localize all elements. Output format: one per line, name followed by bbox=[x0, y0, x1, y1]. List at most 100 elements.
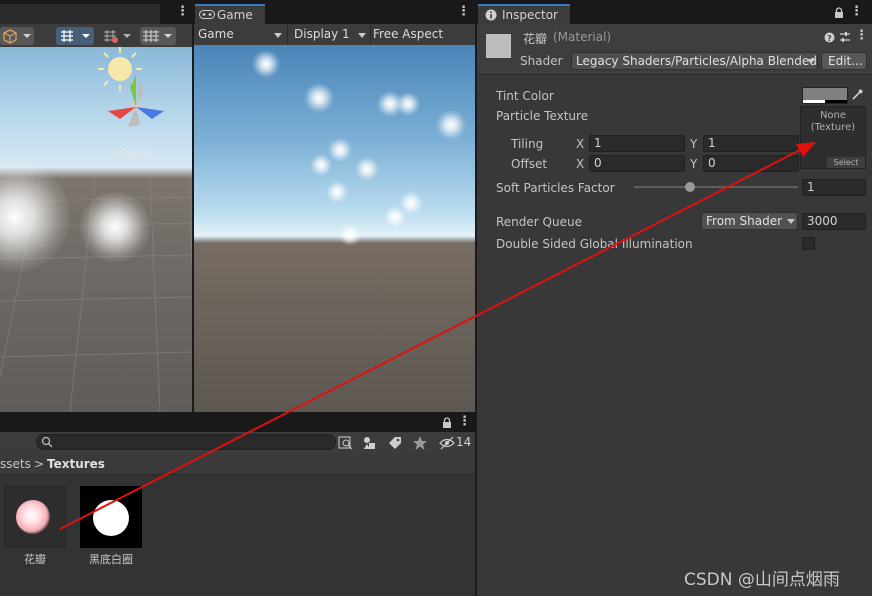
lock-icon[interactable] bbox=[442, 417, 452, 429]
asset-thumbnail bbox=[4, 486, 66, 548]
chevron-down-icon bbox=[274, 33, 282, 38]
asset-item[interactable]: 花瓣 bbox=[4, 486, 66, 566]
render-queue-input[interactable]: 3000 bbox=[802, 213, 866, 230]
filter-by-label-icon[interactable] bbox=[387, 435, 403, 451]
inspector-tab[interactable]: Inspector bbox=[478, 4, 570, 24]
game-viewport[interactable] bbox=[194, 45, 475, 412]
double-sided-gi-checkbox[interactable] bbox=[802, 237, 815, 250]
scene-menu-icon[interactable]: ⋮ bbox=[176, 4, 189, 19]
alpha-bar bbox=[803, 100, 825, 103]
shader-dropdown[interactable]: Legacy Shaders/Particles/Alpha Blended bbox=[571, 52, 818, 70]
perspective-label[interactable]: <Persp bbox=[112, 147, 151, 160]
lock-icon[interactable] bbox=[834, 7, 844, 19]
tiling-y-input[interactable]: 1 bbox=[703, 135, 799, 152]
offset-x-input[interactable]: 0 bbox=[589, 155, 685, 172]
white-circle-texture-preview bbox=[93, 500, 129, 536]
offset-label: Offset bbox=[511, 157, 548, 171]
offset-y-input[interactable]: 0 bbox=[703, 155, 799, 172]
favorite-star-icon[interactable] bbox=[412, 435, 428, 451]
particle-texture-label: Particle Texture bbox=[496, 109, 589, 123]
tiling-x-input[interactable]: 1 bbox=[589, 135, 685, 152]
info-icon bbox=[485, 9, 497, 21]
alpha-bar-bg bbox=[825, 100, 847, 103]
inspector-tabbar: Inspector ⋮ bbox=[477, 0, 872, 24]
render-queue-value: 3000 bbox=[807, 214, 838, 228]
offset-x-value: 0 bbox=[594, 156, 602, 170]
filter-by-type-icon[interactable] bbox=[362, 435, 378, 451]
game-toolbar: Game Display 1 Free Aspect bbox=[194, 24, 475, 45]
soft-particles-slider[interactable] bbox=[634, 181, 798, 193]
toolbar-divider bbox=[287, 24, 288, 45]
project-menu-icon[interactable]: ⋮ bbox=[458, 414, 471, 429]
scene-tab[interactable] bbox=[0, 4, 160, 24]
hidden-packages-icon[interactable] bbox=[439, 436, 455, 450]
tiling-x-label: X bbox=[576, 137, 585, 151]
scene-particle bbox=[80, 192, 150, 262]
help-icon[interactable]: ? bbox=[824, 32, 835, 43]
game-particle bbox=[326, 181, 348, 203]
game-tabbar: Game ⋮ bbox=[194, 0, 475, 24]
aspect-value: Free Aspect bbox=[373, 27, 444, 41]
tint-color-label: Tint Color bbox=[496, 89, 554, 103]
petal-texture-preview bbox=[16, 500, 50, 534]
game-particle bbox=[328, 138, 352, 162]
soft-particles-value: 1 bbox=[807, 180, 815, 194]
preset-icon[interactable] bbox=[839, 31, 851, 43]
asset-item[interactable]: 黑底白圈 bbox=[80, 486, 142, 566]
game-particle bbox=[396, 92, 420, 116]
search-input[interactable] bbox=[36, 434, 336, 450]
tiling-y-value: 1 bbox=[708, 136, 716, 150]
breadcrumb-separator: > bbox=[34, 457, 45, 471]
texture-slot-type: (Texture) bbox=[810, 122, 856, 133]
breadcrumb: ssets > Textures bbox=[0, 454, 475, 475]
game-particle bbox=[355, 157, 379, 181]
offset-x-label: X bbox=[576, 157, 585, 171]
game-particle bbox=[436, 110, 466, 140]
effects-toggle-button[interactable] bbox=[99, 27, 135, 45]
grid-icon bbox=[143, 30, 172, 42]
game-menu-icon[interactable]: ⋮ bbox=[457, 4, 470, 19]
aspect-dropdown[interactable]: Free Aspect bbox=[373, 27, 473, 41]
game-tab-label: Game bbox=[217, 8, 253, 22]
svg-text:?: ? bbox=[827, 34, 832, 43]
soft-particles-input[interactable]: 1 bbox=[802, 179, 866, 196]
search-icon bbox=[41, 436, 53, 448]
asset-thumbnail bbox=[80, 486, 142, 548]
tiling-y-label: Y bbox=[690, 137, 698, 151]
game-tab[interactable]: Game bbox=[195, 4, 265, 24]
scene-viewport[interactable]: <Persp bbox=[0, 47, 192, 412]
slider-thumb[interactable] bbox=[685, 182, 695, 192]
breadcrumb-textures[interactable]: Textures bbox=[47, 457, 105, 471]
eyedropper-icon[interactable] bbox=[851, 89, 863, 101]
inspector-menu-icon[interactable]: ⋮ bbox=[850, 4, 863, 19]
tint-color-field[interactable] bbox=[802, 87, 848, 104]
search-by-type-icon[interactable] bbox=[338, 435, 354, 451]
scene-visibility-button[interactable] bbox=[140, 27, 176, 45]
project-toolbar: 14 bbox=[0, 432, 475, 454]
texture-slot-none: None bbox=[819, 110, 847, 121]
texture-slot[interactable]: None (Texture) Select bbox=[800, 106, 866, 169]
scene-toolbar bbox=[0, 24, 192, 47]
asset-label: 黑底白圈 bbox=[89, 553, 133, 566]
gizmo-toggle-button[interactable] bbox=[56, 27, 94, 45]
game-mode-dropdown[interactable]: Game bbox=[198, 27, 282, 41]
game-particle bbox=[304, 83, 334, 113]
shader-edit-button[interactable]: Edit... bbox=[821, 52, 867, 70]
inspector-tab-label: Inspector bbox=[502, 8, 558, 22]
material-type: (Material) bbox=[553, 30, 612, 44]
display-dropdown[interactable]: Display 1 bbox=[294, 27, 366, 41]
scene-tabbar: ⋮ bbox=[0, 0, 192, 24]
game-particle bbox=[310, 154, 332, 176]
grid-snap-icon bbox=[61, 30, 90, 42]
slider-track bbox=[634, 186, 798, 188]
render-queue-dropdown[interactable]: From Shader bbox=[701, 212, 798, 230]
chevron-down-icon bbox=[787, 219, 795, 224]
offset-y-value: 0 bbox=[708, 156, 716, 170]
chevron-down-icon bbox=[358, 33, 366, 38]
shading-mode-button[interactable] bbox=[0, 27, 34, 45]
game-particle bbox=[252, 50, 280, 78]
watermark: CSDN @山间点烟雨 bbox=[684, 570, 840, 590]
component-menu-icon[interactable]: ⋮ bbox=[855, 28, 868, 43]
breadcrumb-assets[interactable]: ssets bbox=[0, 457, 31, 471]
texture-select-button[interactable]: Select bbox=[827, 157, 865, 168]
